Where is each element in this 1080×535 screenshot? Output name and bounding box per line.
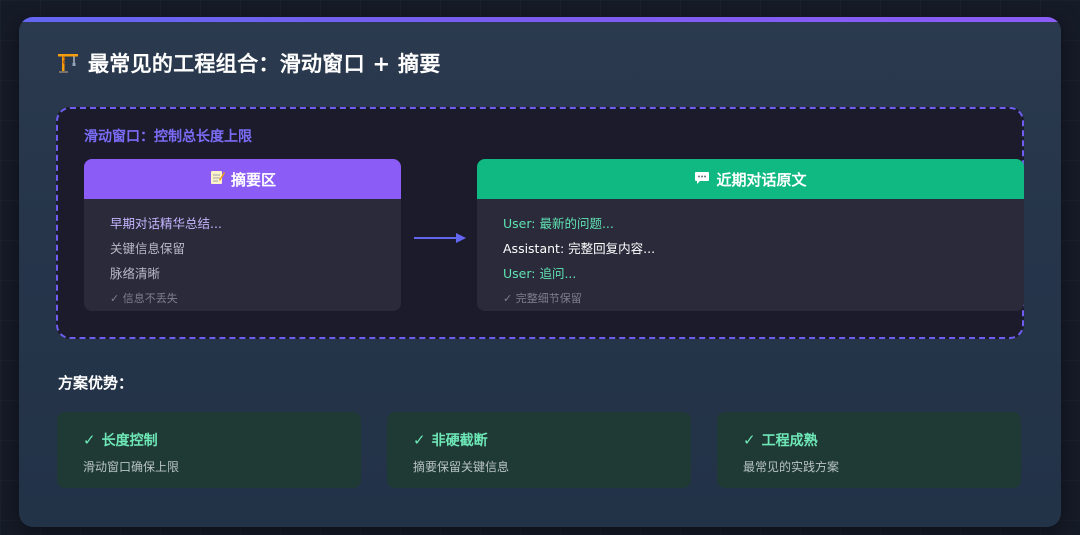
speech-bubble-icon [694,169,710,189]
page-title-text: 最常见的工程组合：滑动窗口 + 摘要 [88,52,441,76]
recent-benefit-note: ✓ 完整细节保留 [503,292,582,305]
building-construction-crane-icon [56,51,80,75]
arrow-right-icon [414,233,466,243]
summary-panel: 摘要区 早期对话精华总结... 关键信息保留 脉络清晰 ✓ 信息不丢失 [84,159,401,311]
page-title: 最常见的工程组合：滑动窗口 + 摘要 [56,48,441,78]
advantage-title: 工程成熟 [761,433,818,449]
advantage-desc: 滑动窗口确保上限 [83,460,180,474]
memo-icon [209,169,225,189]
recent-panel-header: 近期对话原文 [477,159,1024,199]
advantages-heading: 方案优势： [58,374,134,392]
recent-line: User: 最新的问题... [503,216,614,231]
summary-line: 早期对话精华总结... [110,216,222,231]
main-card: 最常见的工程组合：滑动窗口 + 摘要 滑动窗口：控制总长度上限 摘要区 早期对话… [19,17,1061,527]
advantage-card: ✓ 工程成熟 最常见的实践方案 [717,412,1021,488]
summary-panel-title: 摘要区 [230,170,276,189]
summary-line: 脉络清晰 [110,266,161,281]
recent-panel-title: 近期对话原文 [716,170,807,189]
recent-line: User: 追问... [503,266,577,281]
summary-line: 关键信息保留 [110,241,186,256]
summary-benefit-note: ✓ 信息不丢失 [110,292,178,305]
recent-line: Assistant: 完整回复内容... [503,241,656,256]
advantage-card-title: ✓ 长度控制 [83,430,158,450]
card-accent-bar [19,17,1061,22]
advantage-desc: 摘要保留关键信息 [413,460,510,474]
advantage-card: ✓ 非硬截断 摘要保留关键信息 [387,412,691,488]
recent-dialogue-panel: 近期对话原文 User: 最新的问题... Assistant: 完整回复内容.… [477,159,1024,311]
advantage-card-title: ✓ 工程成熟 [743,430,818,450]
sliding-window-label: 滑动窗口：控制总长度上限 [84,129,252,145]
check-mark-icon: ✓ [743,431,756,449]
check-mark-icon: ✓ [413,431,426,449]
sliding-window-box: 滑动窗口：控制总长度上限 摘要区 早期对话精华总结... 关键信息保留 脉络清晰… [56,107,1024,339]
advantage-title: 非硬截断 [431,433,488,449]
advantage-desc: 最常见的实践方案 [743,460,840,474]
advantage-card: ✓ 长度控制 滑动窗口确保上限 [57,412,361,488]
summary-panel-header: 摘要区 [84,159,401,199]
advantage-title: 长度控制 [101,433,158,449]
advantage-card-title: ✓ 非硬截断 [413,430,488,450]
check-mark-icon: ✓ [83,431,96,449]
